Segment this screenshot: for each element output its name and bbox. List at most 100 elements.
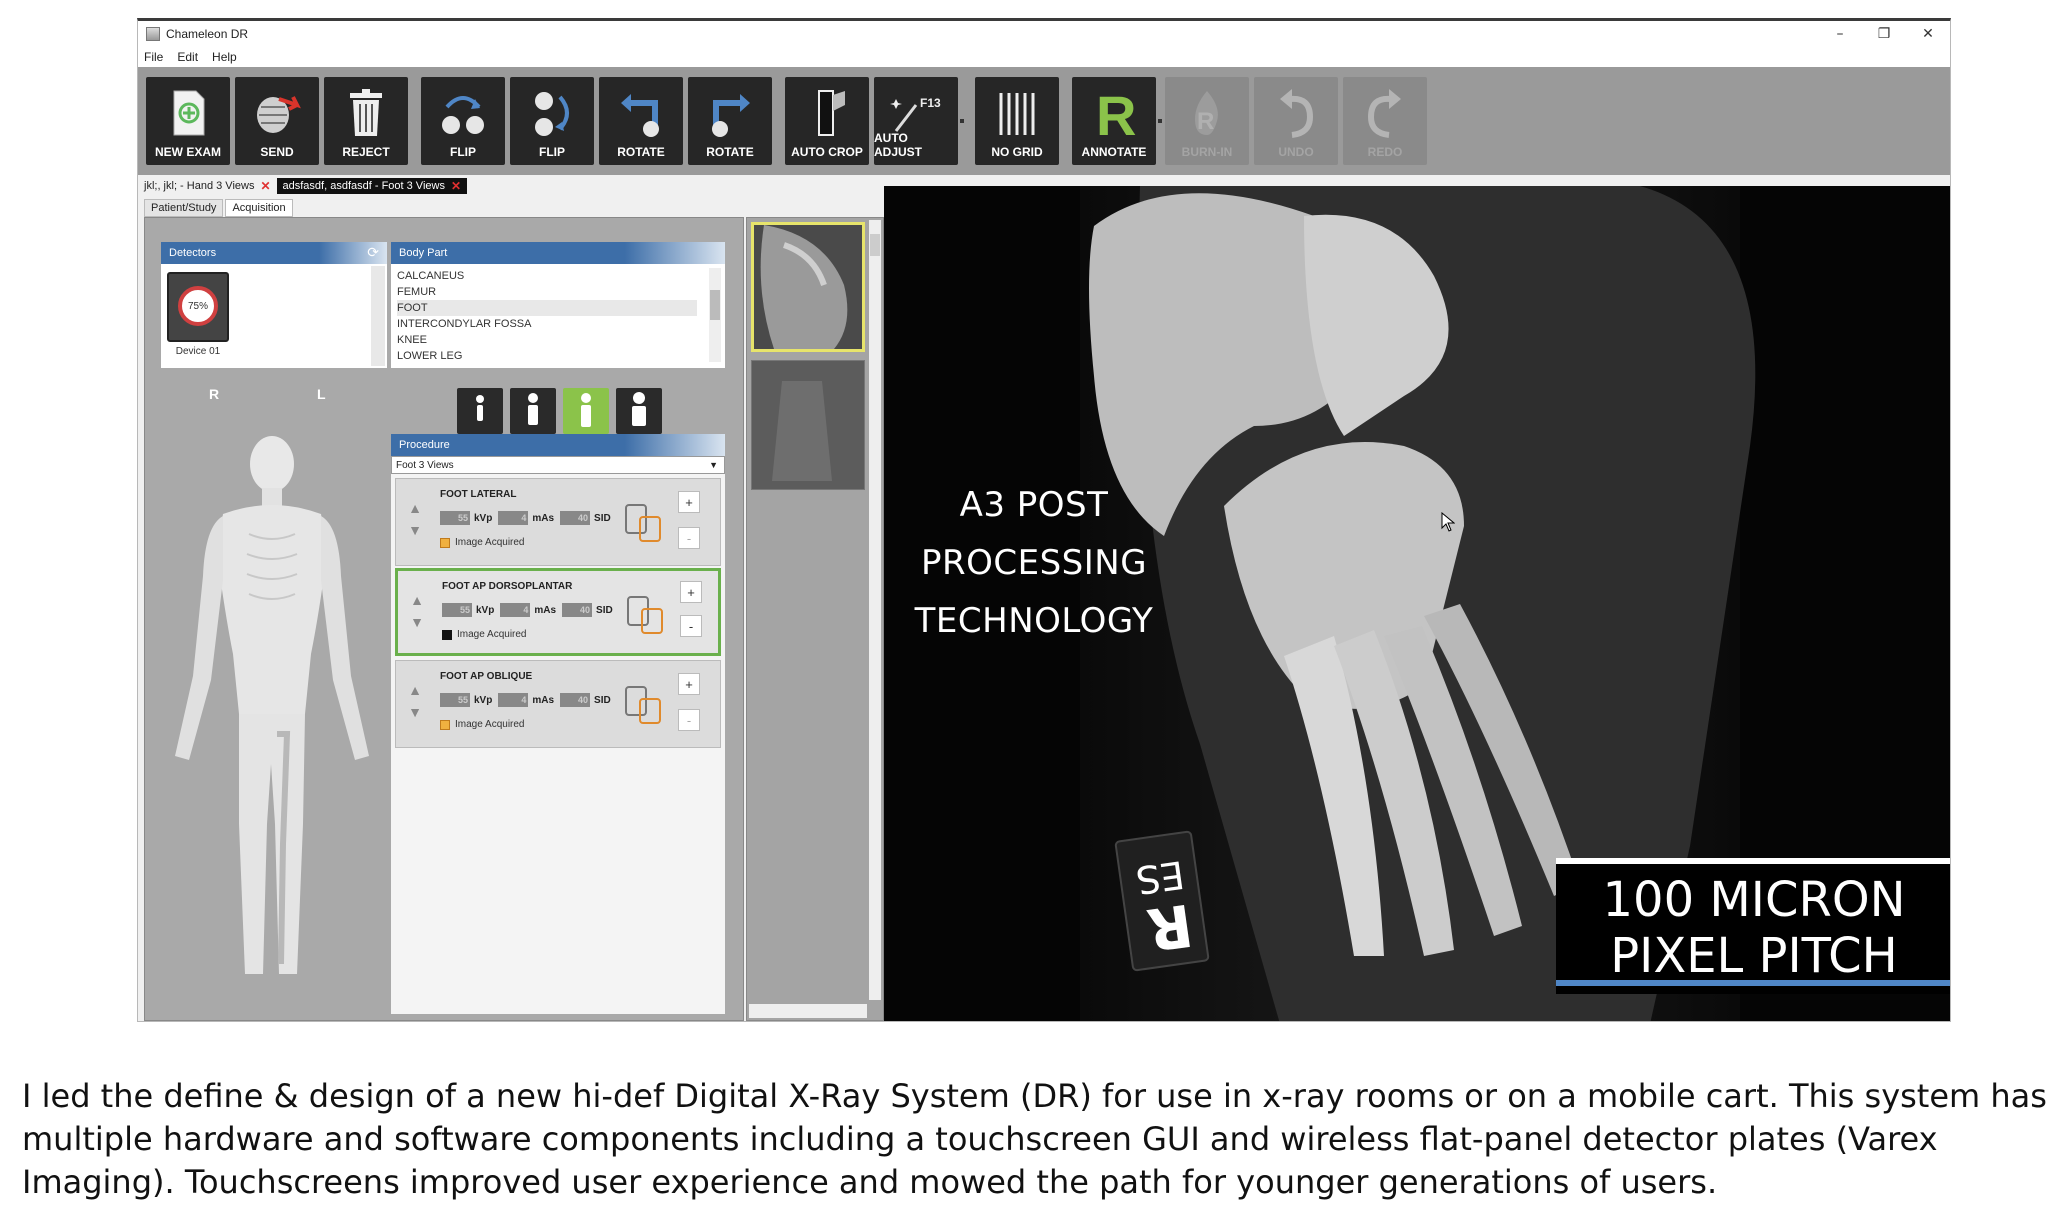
reorder-arrows[interactable]: ▲ ▼ <box>408 589 426 633</box>
svg-text:F13: F13 <box>920 96 941 110</box>
flip-vertical-label: FLIP <box>450 145 476 159</box>
procedure-select[interactable]: Foot 3 Views ▼ <box>391 456 725 474</box>
sid-field[interactable]: 40 <box>562 603 593 617</box>
doc-tab-foot[interactable]: adsfasdf, asdfasdf - Foot 3 Views ✕ <box>276 178 468 194</box>
thumbnail-vscrollbar[interactable] <box>869 220 881 1000</box>
mas-unit: mAs <box>532 694 555 706</box>
add-button[interactable]: + <box>678 673 700 695</box>
flip-horizontal-icon <box>535 92 569 136</box>
detectors-header: Detectors ⟳ <box>161 242 387 264</box>
procedure-item[interactable]: ▲ ▼ FOOT AP OBLIQUE 55 kVp 4 mAs 40 SID Imag… <box>395 660 721 748</box>
no-grid-button[interactable]: NO GRID <box>975 77 1059 165</box>
body-diagram[interactable] <box>159 424 385 1004</box>
orientation-icon[interactable] <box>624 501 664 545</box>
doc-tab-hand[interactable]: jkl;, jkl; - Hand 3 Views ✕ <box>138 178 277 194</box>
auto-crop-label: AUTO CROP <box>791 145 863 159</box>
new-exam-icon <box>173 90 205 136</box>
burn-in-button[interactable]: R BURN-IN <box>1165 77 1249 165</box>
reorder-arrows[interactable]: ▲ ▼ <box>406 497 424 541</box>
orientation-icon[interactable] <box>624 683 664 727</box>
restore-button[interactable]: ❐ <box>1862 21 1906 47</box>
body-part-scrollbar[interactable] <box>709 268 721 362</box>
tab-acquisition[interactable]: Acquisition <box>225 199 293 217</box>
body-part-title: Body Part <box>399 247 448 259</box>
acquired-checkbox[interactable] <box>440 719 450 730</box>
image-thumbnail[interactable] <box>751 360 865 490</box>
remove-button[interactable]: - <box>680 615 702 637</box>
body-part-list: CALCANEUS FEMUR FOOT INTERCONDYLAR FOSSA… <box>397 268 697 364</box>
flip-horizontal-button[interactable]: FLIP <box>510 77 594 165</box>
menu-file[interactable]: File <box>144 50 163 64</box>
auto-crop-button[interactable]: AUTO CROP <box>785 77 869 165</box>
thumbnail-hscrollbar[interactable] <box>749 1004 867 1018</box>
acquired-checkbox[interactable] <box>440 537 450 548</box>
auto-adjust-button[interactable]: F13 AUTO ADJUST <box>874 77 958 165</box>
add-button[interactable]: + <box>678 491 700 513</box>
send-button[interactable]: SEND <box>235 77 319 165</box>
new-exam-button[interactable]: NEW EXAM <box>146 77 230 165</box>
rotate-right-button[interactable]: ROTATE <box>688 77 772 165</box>
list-item[interactable]: LOWER LEG <box>397 348 697 364</box>
detector-device[interactable]: 75% <box>167 272 229 342</box>
device-name: Device 01 <box>175 346 221 357</box>
kvp-field[interactable]: 55 <box>440 511 470 525</box>
refresh-icon[interactable]: ⟳ <box>367 245 379 261</box>
list-item[interactable]: KNEE <box>397 332 697 348</box>
position-button-selected[interactable] <box>563 388 609 434</box>
kvp-unit: kVp <box>476 604 495 616</box>
tab-patient-study[interactable]: Patient/Study <box>144 199 224 217</box>
undo-button[interactable]: UNDO <box>1254 77 1338 165</box>
list-item[interactable]: FEMUR <box>397 284 697 300</box>
menu-edit[interactable]: Edit <box>177 50 198 64</box>
kvp-field[interactable]: 55 <box>440 693 470 707</box>
reject-button[interactable]: REJECT <box>324 77 408 165</box>
acquisition-panel: Detectors ⟳ 75% Device 01 Body Part CALC… <box>144 217 744 1021</box>
list-item[interactable]: INTERCONDYLAR FOSSA <box>397 316 697 332</box>
sid-unit: SID <box>596 604 613 616</box>
procedure-item-active[interactable]: ▲ ▼ FOOT AP DORSOPLANTAR 55 kVp 4 mAs 40 SID… <box>395 568 721 656</box>
acquired-label: Image Acquired <box>455 537 525 548</box>
mas-field[interactable]: 4 <box>498 693 529 707</box>
mas-field[interactable]: 4 <box>498 511 529 525</box>
position-button[interactable] <box>457 388 503 434</box>
position-button[interactable] <box>616 388 662 434</box>
overlay-text: 100 MICRON PIXEL PITCH <box>1556 872 1950 984</box>
annotate-button[interactable]: R ANNOTATE <box>1072 77 1156 165</box>
overlay-line: PROCESSING <box>920 543 1148 583</box>
menu-help[interactable]: Help <box>212 50 237 64</box>
rotate-left-button[interactable]: ROTATE <box>599 77 683 165</box>
acquired-checkbox[interactable] <box>442 629 452 640</box>
image-acquired-status: Image Acquired <box>442 629 527 640</box>
position-button[interactable] <box>510 388 556 434</box>
xray-thumbnail <box>754 225 862 349</box>
scroll-thumb[interactable] <box>870 234 880 256</box>
orientation-icon[interactable] <box>626 593 666 637</box>
sid-field[interactable]: 40 <box>560 693 591 707</box>
procedure-item[interactable]: ▲ ▼ FOOT LATERAL 55 kVp 4 mAs 40 SID Image A… <box>395 478 721 566</box>
sid-field[interactable]: 40 <box>560 511 591 525</box>
image-thumbnail-selected[interactable] <box>751 222 865 352</box>
body-part-panel: Body Part CALCANEUS FEMUR FOOT INTERCOND… <box>391 242 725 368</box>
kvp-unit: kVp <box>474 512 493 524</box>
close-window-button[interactable]: ✕ <box>1906 21 1950 47</box>
mas-field[interactable]: 4 <box>500 603 531 617</box>
image-viewer[interactable]: ES R A3 POST PROCESSING TECHNOLOGY 100 M… <box>884 186 1950 1021</box>
list-item[interactable]: CALCANEUS <box>397 268 697 284</box>
add-button[interactable]: + <box>680 581 702 603</box>
flip-vertical-button[interactable]: FLIP <box>421 77 505 165</box>
remove-button[interactable]: - <box>678 709 700 731</box>
redo-button[interactable]: REDO <box>1343 77 1427 165</box>
close-tab-icon[interactable]: ✕ <box>451 179 461 193</box>
overlay-caption-right: 100 MICRON PIXEL PITCH <box>1556 858 1950 994</box>
list-item-selected[interactable]: FOOT <box>397 300 697 316</box>
minimize-button[interactable]: – <box>1818 21 1862 47</box>
detectors-scrollbar[interactable] <box>371 266 385 366</box>
person-icon <box>528 393 538 425</box>
kvp-field[interactable]: 55 <box>442 603 472 617</box>
reorder-arrows[interactable]: ▲ ▼ <box>406 679 424 723</box>
scroll-thumb[interactable] <box>710 290 720 320</box>
remove-button[interactable]: - <box>678 527 700 549</box>
close-tab-icon[interactable]: ✕ <box>260 179 270 193</box>
title-bar: Chameleon DR – ❐ ✕ <box>138 21 1950 47</box>
overlay-caption-left: A3 POST PROCESSING TECHNOLOGY <box>884 476 1184 650</box>
